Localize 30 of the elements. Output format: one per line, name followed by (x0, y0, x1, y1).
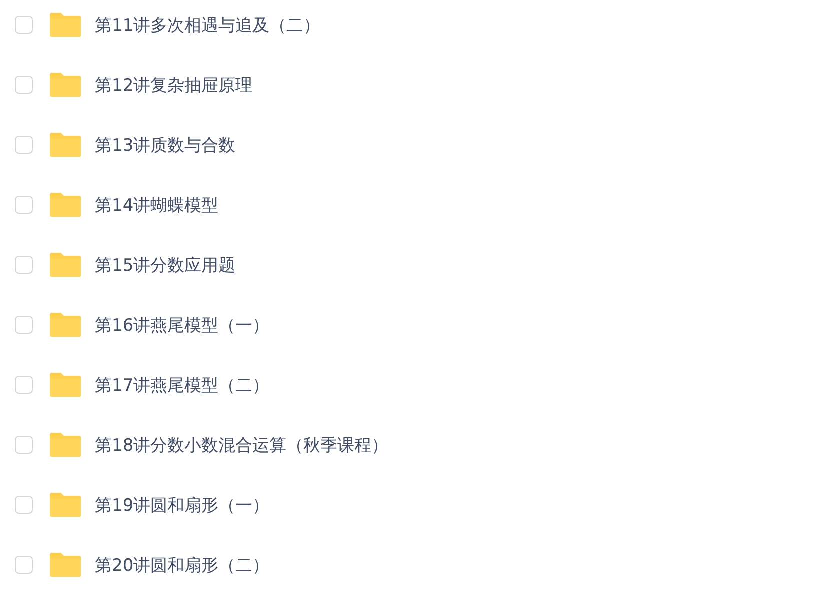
checkbox[interactable] (15, 496, 33, 514)
checkbox[interactable] (15, 136, 33, 154)
checkbox[interactable] (15, 16, 33, 34)
folder-icon (50, 493, 81, 517)
checkbox[interactable] (15, 436, 33, 454)
folder-icon (50, 193, 81, 217)
folder-name[interactable]: 第16讲燕尾模型（一） (95, 314, 270, 336)
folder-icon (50, 313, 81, 337)
folder-name[interactable]: 第12讲复杂抽屉原理 (95, 74, 253, 96)
folder-name[interactable]: 第14讲蝴蝶模型 (95, 194, 219, 216)
folder-icon (50, 133, 81, 157)
checkbox[interactable] (15, 256, 33, 274)
folder-icon (50, 373, 81, 397)
folder-name[interactable]: 第19讲圆和扇形（一） (95, 494, 270, 516)
folder-icon (50, 253, 81, 277)
folder-name[interactable]: 第13讲质数与合数 (95, 134, 236, 156)
checkbox[interactable] (15, 76, 33, 94)
folder-name[interactable]: 第11讲多次相遇与追及（二） (95, 14, 321, 36)
folder-name[interactable]: 第17讲燕尾模型（二） (95, 374, 270, 396)
checkbox[interactable] (15, 556, 33, 574)
checkbox[interactable] (15, 196, 33, 214)
folder-icon (50, 553, 81, 577)
folder-icon (50, 73, 81, 97)
checkbox[interactable] (15, 376, 33, 394)
folder-name[interactable]: 第20讲圆和扇形（二） (95, 554, 270, 576)
folder-name[interactable]: 第15讲分数应用题 (95, 254, 236, 276)
checkbox[interactable] (15, 316, 33, 334)
folder-icon (50, 13, 81, 37)
folder-name[interactable]: 第18讲分数小数混合运算（秋季课程） (95, 434, 389, 456)
folder-icon (50, 433, 81, 457)
